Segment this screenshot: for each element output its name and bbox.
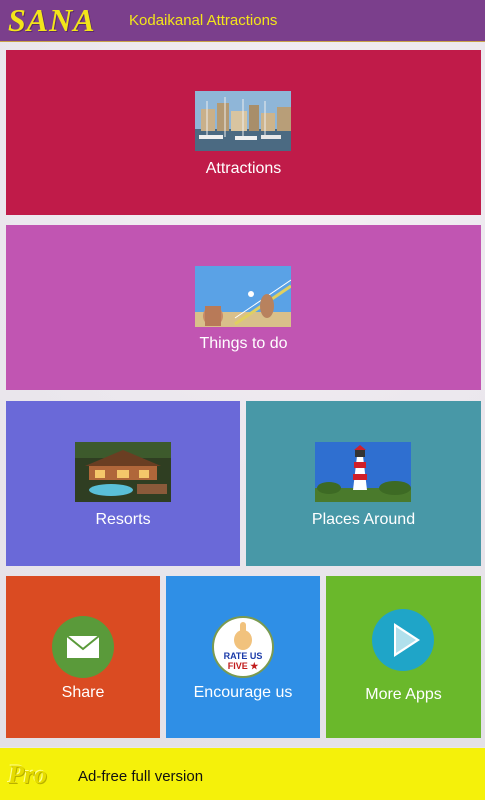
more-apps-label: More Apps bbox=[365, 686, 442, 703]
resorts-label: Resorts bbox=[95, 511, 151, 528]
things-to-do-label: Things to do bbox=[199, 335, 288, 352]
more-apps-tile[interactable]: More Apps bbox=[326, 576, 481, 738]
mail-icon bbox=[52, 616, 114, 678]
rate-us-badge: RATE US FIVE ★ bbox=[212, 616, 274, 678]
share-tile[interactable]: Share bbox=[6, 576, 160, 738]
play-store-icon bbox=[372, 609, 434, 671]
encourage-us-label: Encourage us bbox=[193, 684, 293, 701]
badge-line2: FIVE ★ bbox=[227, 661, 259, 671]
resort-photo bbox=[75, 442, 171, 502]
volleyball-photo bbox=[195, 266, 291, 327]
app-bar: SANA Kodaikanal Attractions bbox=[0, 0, 485, 42]
pro-banner-text: Ad-free full version bbox=[78, 768, 204, 785]
encourage-us-tile[interactable]: RATE US FIVE ★ Encourage us bbox=[166, 576, 320, 738]
attractions-tile[interactable]: Attractions bbox=[6, 50, 481, 215]
app-title: Kodaikanal Attractions bbox=[129, 12, 278, 29]
things-to-do-tile[interactable]: Things to do bbox=[6, 225, 481, 390]
pro-banner[interactable]: Pro Ad-free full version bbox=[0, 748, 485, 800]
resorts-tile[interactable]: Resorts bbox=[6, 401, 240, 566]
attractions-label: Attractions bbox=[205, 160, 282, 177]
harbor-photo bbox=[195, 91, 291, 151]
share-label: Share bbox=[61, 684, 105, 701]
badge-line1: RATE US bbox=[223, 651, 263, 661]
pro-badge: Pro bbox=[8, 760, 47, 789]
places-around-label: Places Around bbox=[311, 511, 416, 528]
lighthouse-photo bbox=[315, 442, 411, 502]
app-logo: SANA bbox=[8, 2, 96, 38]
places-around-tile[interactable]: Places Around bbox=[246, 401, 481, 566]
